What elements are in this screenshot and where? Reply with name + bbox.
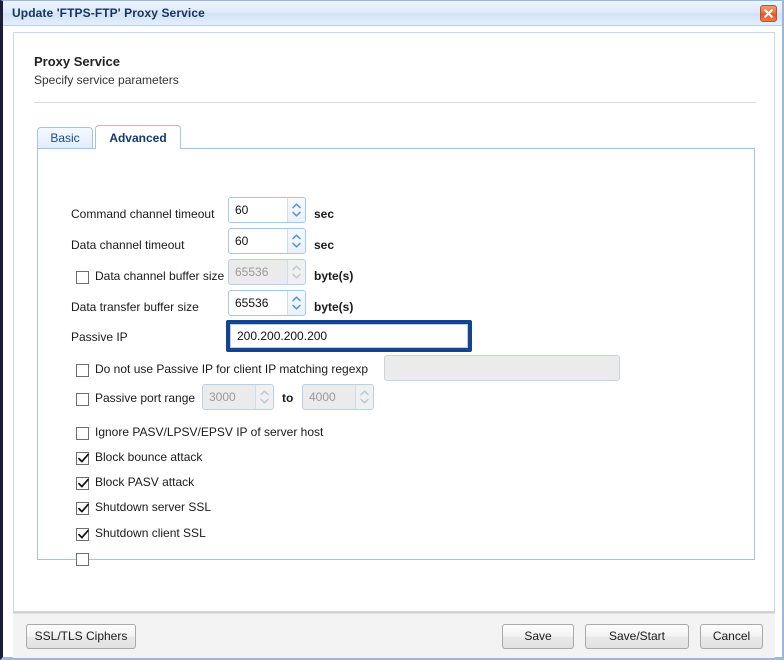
dialog-title: Update 'FTPS-FTP' Proxy Service xyxy=(12,6,205,20)
passive-port-range-from-spin-buttons xyxy=(255,385,273,409)
data-transfer-buffer-size-unit: byte(s) xyxy=(314,300,354,314)
save-button[interactable]: Save xyxy=(502,624,574,649)
no-passive-ip-regexp-field[interactable] xyxy=(384,355,620,381)
passive-port-range-to-input xyxy=(303,385,355,409)
shutdown-server-ssl-checkbox[interactable] xyxy=(76,502,89,515)
passive-port-range-from-stepper[interactable] xyxy=(202,384,274,410)
passive-ip-field[interactable] xyxy=(226,320,472,352)
command-channel-timeout-label: Command channel timeout xyxy=(71,207,215,221)
command-channel-timeout-spin-buttons[interactable] xyxy=(287,198,305,222)
ignore-pasv-label: Ignore PASV/LPSV/EPSV IP of server host xyxy=(95,425,324,439)
passive-ip-input[interactable] xyxy=(231,325,467,347)
update-proxy-service-dialog: Update 'FTPS-FTP' Proxy Service Proxy Se… xyxy=(0,0,784,660)
shutdown-client-ssl-label: Shutdown client SSL xyxy=(95,526,206,540)
passive-port-range-label: Passive port range xyxy=(95,391,196,405)
data-channel-timeout-label: Data channel timeout xyxy=(71,238,185,252)
tab-advanced[interactable]: Advanced xyxy=(95,125,181,149)
page-subtitle: Specify service parameters xyxy=(34,73,179,87)
passive-port-range-from-input xyxy=(203,385,255,409)
cancel-button[interactable]: Cancel xyxy=(700,624,763,649)
passive-ip-field-inner xyxy=(230,324,468,348)
no-passive-ip-regexp-input xyxy=(385,356,619,380)
passive-port-range-checkbox[interactable] xyxy=(76,393,89,406)
data-channel-buffer-size-stepper[interactable] xyxy=(228,259,306,285)
shutdown-client-ssl-checkbox[interactable] xyxy=(76,528,89,541)
data-transfer-buffer-size-stepper[interactable] xyxy=(228,290,306,316)
save-start-button[interactable]: Save/Start xyxy=(585,624,689,649)
clipped-checkbox[interactable] xyxy=(76,553,89,566)
data-channel-buffer-size-spin-buttons xyxy=(287,260,305,284)
shutdown-server-ssl-label: Shutdown server SSL xyxy=(95,500,212,514)
tab-basic[interactable]: Basic xyxy=(37,127,93,148)
passive-port-range-to-stepper[interactable] xyxy=(302,384,374,410)
data-channel-timeout-stepper[interactable] xyxy=(228,228,306,254)
tab-panel-advanced: Command channel timeout sec Data channel… xyxy=(37,148,755,566)
data-transfer-buffer-size-label: Data transfer buffer size xyxy=(71,300,199,314)
passive-ip-label: Passive IP xyxy=(71,330,128,344)
data-transfer-buffer-size-spin-buttons[interactable] xyxy=(287,291,305,315)
no-passive-ip-regexp-label: Do not use Passive IP for client IP matc… xyxy=(95,362,369,376)
dialog-footer: SSL/TLS Ciphers Save Save/Start Cancel xyxy=(13,614,775,658)
data-channel-timeout-spin-buttons[interactable] xyxy=(287,229,305,253)
data-channel-buffer-size-unit: byte(s) xyxy=(314,269,354,283)
data-channel-buffer-size-checkbox[interactable] xyxy=(76,271,89,284)
no-passive-ip-regexp-checkbox[interactable] xyxy=(76,364,89,377)
data-channel-timeout-unit: sec xyxy=(314,238,335,252)
command-channel-timeout-input[interactable] xyxy=(229,198,287,222)
block-bounce-attack-label: Block bounce attack xyxy=(95,450,203,464)
dialog-titlebar: Update 'FTPS-FTP' Proxy Service xyxy=(3,1,782,26)
data-transfer-buffer-size-input[interactable] xyxy=(229,291,287,315)
block-pasv-attack-label: Block PASV attack xyxy=(95,475,195,489)
passive-port-range-separator: to xyxy=(282,391,294,405)
passive-port-range-to-spin-buttons xyxy=(355,385,373,409)
command-channel-timeout-stepper[interactable] xyxy=(228,197,306,223)
advanced-settings-form: Command channel timeout sec Data channel… xyxy=(38,149,754,566)
data-channel-timeout-input[interactable] xyxy=(229,229,287,253)
block-bounce-attack-checkbox[interactable] xyxy=(76,452,89,465)
close-icon[interactable] xyxy=(760,5,777,22)
dialog-content: Proxy Service Specify service parameters… xyxy=(13,32,775,612)
page-title: Proxy Service xyxy=(34,54,121,69)
header-divider xyxy=(34,102,756,103)
block-pasv-attack-checkbox[interactable] xyxy=(76,477,89,490)
ssl-tls-ciphers-button[interactable]: SSL/TLS Ciphers xyxy=(26,624,136,649)
data-channel-buffer-size-label: Data channel buffer size xyxy=(95,269,225,283)
command-channel-timeout-unit: sec xyxy=(314,207,335,221)
ignore-pasv-checkbox[interactable] xyxy=(76,427,89,440)
data-channel-buffer-size-input xyxy=(229,260,287,284)
